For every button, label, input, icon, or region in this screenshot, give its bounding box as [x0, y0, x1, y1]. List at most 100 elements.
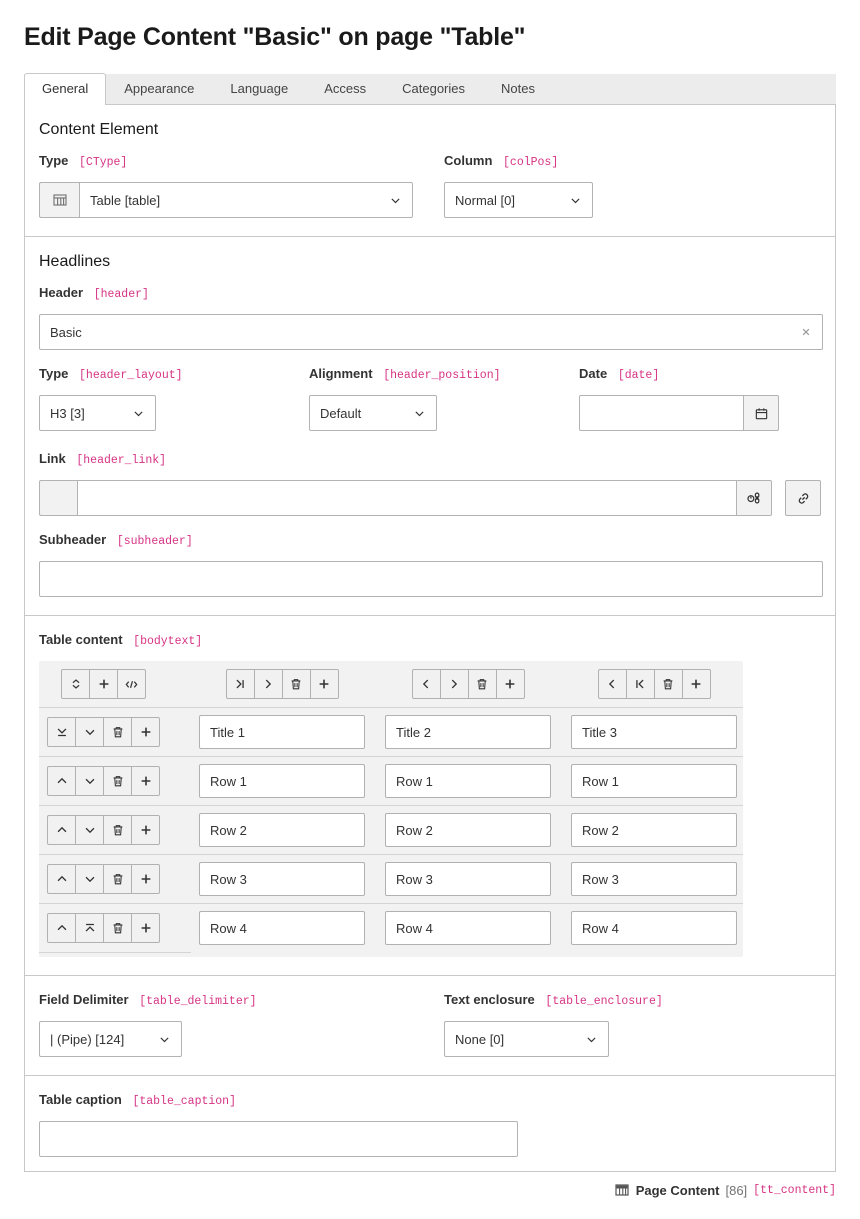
table-wizard-toolbar: [39, 661, 743, 708]
table-cell-input[interactable]: [385, 862, 551, 896]
delete-row-icon[interactable]: [103, 717, 132, 747]
table-cell-input[interactable]: [199, 862, 365, 896]
tab-general[interactable]: General: [24, 73, 106, 105]
caption-input[interactable]: [39, 1121, 518, 1157]
move-column-left-icon[interactable]: [412, 669, 441, 699]
table-cell-input[interactable]: [571, 764, 737, 798]
section-headlines: Headlines Header [header] Type: [25, 237, 835, 616]
calendar-icon[interactable]: [743, 395, 779, 431]
code-view-icon[interactable]: [117, 669, 146, 699]
delete-column-icon[interactable]: [282, 669, 311, 699]
move-row-up-icon[interactable]: [47, 815, 76, 845]
move-row-up-icon[interactable]: [47, 913, 76, 943]
move-column-right-icon[interactable]: [440, 669, 469, 699]
table-wizard: [39, 661, 743, 957]
table-cell-input[interactable]: [385, 911, 551, 945]
colpos-select-value: Normal [0]: [455, 193, 515, 208]
move-column-to-start-icon[interactable]: [626, 669, 655, 699]
move-column-to-end-icon[interactable]: [226, 669, 255, 699]
subheader-label: Subheader: [39, 532, 106, 547]
add-column-icon[interactable]: [310, 669, 339, 699]
section-heading: Headlines: [39, 253, 821, 271]
add-row-icon[interactable]: [131, 815, 160, 845]
record-footer: Page Content [86] [tt_content]: [24, 1182, 836, 1198]
record-uid: [86]: [725, 1183, 747, 1198]
ctype-label: Type: [39, 153, 68, 168]
toggle-field-size-icon[interactable]: [61, 669, 90, 699]
header-position-code: [header_position]: [383, 369, 500, 382]
header-layout-code: [header_layout]: [79, 369, 183, 382]
chevron-down-icon: [585, 1033, 598, 1046]
add-row-icon[interactable]: [131, 864, 160, 894]
table-cell-input[interactable]: [199, 813, 365, 847]
header-link-input[interactable]: [77, 480, 737, 516]
table-cell-input[interactable]: [199, 715, 365, 749]
move-row-up-icon[interactable]: [47, 766, 76, 796]
move-row-up-icon[interactable]: [47, 864, 76, 894]
record-table-code: [tt_content]: [753, 1184, 836, 1197]
delete-column-icon[interactable]: [654, 669, 683, 699]
enclosure-value: None [0]: [455, 1032, 504, 1047]
delete-column-icon[interactable]: [468, 669, 497, 699]
link-details-icon[interactable]: [736, 480, 772, 516]
table-cell-input[interactable]: [385, 813, 551, 847]
move-row-down-icon[interactable]: [75, 815, 104, 845]
chevron-down-icon: [413, 407, 426, 420]
add-column-icon[interactable]: [682, 669, 711, 699]
move-row-down-icon[interactable]: [75, 717, 104, 747]
delete-row-icon[interactable]: [103, 913, 132, 943]
table-row: [39, 904, 743, 952]
add-row-icon[interactable]: [131, 913, 160, 943]
table-cell-input[interactable]: [571, 911, 737, 945]
caption-label: Table caption: [39, 1092, 122, 1107]
ctype-select-value: Table [table]: [90, 193, 160, 208]
form-panel: Content Element Type [CType] Table [tabl…: [24, 105, 836, 1172]
section-table-options: Field Delimiter [table_delimiter] | (Pip…: [25, 976, 835, 1076]
table-row: [39, 757, 743, 806]
add-row-icon[interactable]: [131, 717, 160, 747]
tab-language[interactable]: Language: [212, 73, 306, 104]
header-position-select[interactable]: Default: [309, 395, 437, 431]
table-row: [39, 806, 743, 855]
date-input[interactable]: [579, 395, 744, 431]
add-icon[interactable]: [89, 669, 118, 699]
colpos-label: Column: [444, 153, 492, 168]
tab-notes[interactable]: Notes: [483, 73, 553, 104]
tab-categories[interactable]: Categories: [384, 73, 483, 104]
record-table-icon: [614, 1182, 630, 1198]
add-column-icon[interactable]: [496, 669, 525, 699]
delimiter-select[interactable]: | (Pipe) [124]: [39, 1021, 182, 1057]
delete-row-icon[interactable]: [103, 864, 132, 894]
table-row: [39, 855, 743, 904]
tab-access[interactable]: Access: [306, 73, 384, 104]
header-input[interactable]: [39, 314, 823, 350]
table-cell-input[interactable]: [571, 813, 737, 847]
edit-form-page: Edit Page Content "Basic" on page "Table…: [0, 22, 860, 1198]
clear-icon[interactable]: [798, 324, 814, 340]
colpos-code: [colPos]: [503, 156, 558, 169]
delete-row-icon[interactable]: [103, 815, 132, 845]
header-layout-select[interactable]: H3 [3]: [39, 395, 156, 431]
ctype-select[interactable]: Table [table]: [79, 182, 413, 218]
move-row-down-icon[interactable]: [75, 766, 104, 796]
move-column-right-icon[interactable]: [254, 669, 283, 699]
table-cell-input[interactable]: [199, 911, 365, 945]
delete-row-icon[interactable]: [103, 766, 132, 796]
table-cell-input[interactable]: [385, 764, 551, 798]
enclosure-select[interactable]: None [0]: [444, 1021, 609, 1057]
subheader-input[interactable]: [39, 561, 823, 597]
table-cell-input[interactable]: [571, 715, 737, 749]
table-cell-input[interactable]: [199, 764, 365, 798]
page-title: Edit Page Content "Basic" on page "Table…: [24, 22, 836, 53]
tab-appearance[interactable]: Appearance: [106, 73, 212, 104]
colpos-select[interactable]: Normal [0]: [444, 182, 593, 218]
move-row-down-icon[interactable]: [75, 864, 104, 894]
table-cell-input[interactable]: [385, 715, 551, 749]
bodytext-code: [bodytext]: [133, 635, 202, 648]
move-row-to-top-icon[interactable]: [75, 913, 104, 943]
move-column-left-icon[interactable]: [598, 669, 627, 699]
table-cell-input[interactable]: [571, 862, 737, 896]
link-browser-icon[interactable]: [785, 480, 821, 516]
add-row-icon[interactable]: [131, 766, 160, 796]
move-row-to-bottom-icon[interactable]: [47, 717, 76, 747]
